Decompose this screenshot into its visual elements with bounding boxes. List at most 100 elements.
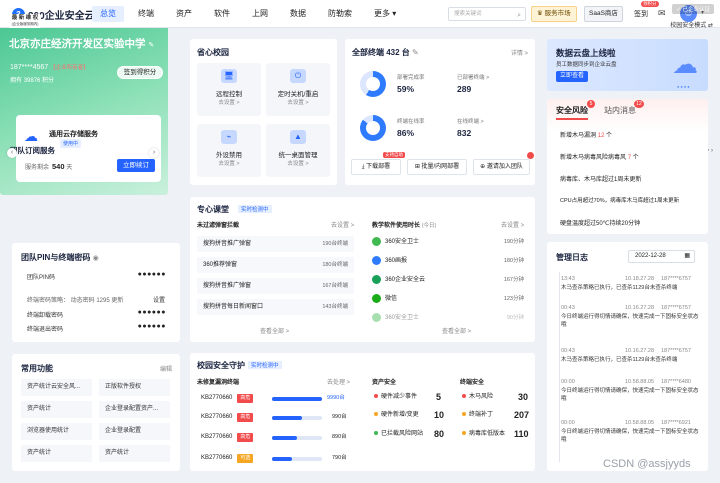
log-entry: 00:00 10.58.88.05 187****6480 今日终端运行得切情请确保…	[561, 379, 701, 403]
deployed-terminals-link[interactable]: 已部署终端 >	[457, 73, 489, 81]
log-ip: 10.18.27.28	[625, 276, 655, 282]
app-usage-row[interactable]: 360安全卫士 90分钟	[372, 310, 530, 326]
scheduled-shutdown-item[interactable]: ⏻ 定时关机/重启 去设置 >	[266, 63, 330, 116]
risk-item[interactable]: 硬盘温度超过50℃持续20分钟	[560, 218, 640, 227]
edit-icon[interactable]: ✎	[148, 42, 154, 49]
remote-control-setup-link[interactable]: 去设置 >	[197, 98, 261, 106]
security-risk-card: 安全风险 5 站内消息 12 新增木马漏洞 12 个 新增木马病毒风险病毒风 7…	[547, 99, 708, 234]
tab-site-messages[interactable]: 站内消息	[604, 105, 636, 116]
common-function-item[interactable]: 资产统计	[21, 445, 92, 462]
worry-free-campus-card: 省心校园 🖥 远程控制 去设置 > ⏻ 定时关机/重启 去设置 > ⌁ 外设禁用…	[190, 39, 337, 185]
vuln-row[interactable]: KB2770660 高危	[201, 392, 254, 405]
unpatched-title: 未修复漏洞终端	[197, 380, 240, 386]
signin-button[interactable]: 签到 领积分	[634, 1, 659, 19]
common-function-item[interactable]: 资产统计云安全风...	[21, 379, 92, 396]
popup-view-all-link[interactable]: 查看全部 >	[260, 326, 289, 335]
days-value: 540	[52, 162, 65, 171]
renew-button[interactable]: 立即续订	[117, 159, 155, 172]
asset-row[interactable]: 硬件新增/变更	[374, 409, 419, 422]
app-usage-settings-link[interactable]: 去设置 >	[501, 220, 524, 229]
crown-icon: ♛	[537, 10, 543, 17]
popup-row[interactable]: 搜狗拼音推广弹窗 190台终端	[197, 236, 354, 252]
risk-item[interactable]: 新增木马病毒风险病毒风 7 个	[560, 152, 639, 161]
pin-card-title-text: 团队PIN与终端密码	[21, 253, 91, 262]
common-function-item[interactable]: 资产统计	[99, 445, 170, 462]
status-dot	[462, 412, 466, 417]
service-market-button[interactable]: ♛ 服务市场	[531, 6, 577, 22]
self-service-badge: 支持自助	[383, 152, 405, 158]
common-function-item[interactable]: 浏览器使用统计	[21, 423, 92, 440]
unpatched-handle-link[interactable]: 去处理 >	[327, 377, 350, 386]
desktop-management-item[interactable]: ▲ 统一桌面管理 去设置 >	[266, 124, 330, 177]
promo-banner[interactable]: 数据云盘上线啦 员工数据同步到企业云盘 立即查看 ☁ ●●●●	[547, 39, 708, 91]
desktop-management-label: 统一桌面管理	[278, 152, 318, 159]
log-entry: 00:43 10.16.27.28 187****6757 木马查杀策略已执行，已查…	[561, 348, 701, 364]
invite-team-button[interactable]: ⊕ 邀请加入团队	[473, 159, 530, 175]
popup-row[interactable]: 搜狗拼音每日新闻窗口 143台终端	[197, 299, 354, 315]
common-function-item[interactable]: 企业登录配置	[99, 423, 170, 440]
nav-ransomware[interactable]: 防勒索	[320, 6, 360, 22]
password-policy-settings-link[interactable]: 设置	[153, 295, 165, 304]
app-usage-row[interactable]: 360画报 180分钟	[372, 253, 530, 269]
nav-overview[interactable]: 总览	[92, 6, 124, 22]
nav-terminal[interactable]: 终端	[130, 6, 162, 22]
terminal-risk-row[interactable]: 终端补丁	[462, 409, 493, 422]
carousel-next-icon[interactable]: ›	[149, 148, 159, 158]
search-icon[interactable]: ⌕	[517, 10, 521, 22]
popup-row[interactable]: 360推荐弹窗 180台终端	[197, 257, 354, 273]
terminals-detail-link[interactable]: 详情 >	[511, 48, 528, 57]
online-terminals-link[interactable]: 在线终端 >	[457, 117, 484, 125]
asset-row[interactable]: 已拦截风险网站	[374, 428, 423, 441]
banner-view-button[interactable]: 立即查看	[556, 71, 588, 82]
date-picker[interactable]: 2022-12-28 ▦	[628, 250, 695, 263]
popup-row[interactable]: 搜狗拼音推广弹窗 167台终端	[197, 278, 354, 294]
popup-settings-link[interactable]: 去设置 >	[331, 220, 354, 229]
risk-item[interactable]: CPU占用超过70%，病毒库木马库超过1周未更新	[560, 196, 679, 204]
device-disable-setup-link[interactable]: 去设置 >	[197, 159, 261, 167]
nav-assets[interactable]: 资产	[168, 6, 200, 22]
desktop-management-setup-link[interactable]: 去设置 >	[266, 159, 330, 167]
app-usage-row[interactable]: 360企业安全云 167分钟	[372, 272, 530, 288]
tab-security-risk[interactable]: 安全风险	[556, 105, 588, 116]
download-deploy-button[interactable]: ⤓ 下载部署	[351, 159, 401, 175]
campus-security-title: 校园安全守护	[197, 361, 245, 370]
edit-icon[interactable]: ✎	[412, 48, 419, 57]
common-function-item[interactable]: 企业登录配置资产...	[99, 401, 170, 418]
nav-more[interactable]: 更多 ▾	[366, 6, 404, 22]
vuln-count: 890台	[332, 434, 347, 440]
chevron-right-icon: ›	[711, 148, 713, 154]
app-usage-row[interactable]: 微信 123分钟	[372, 291, 530, 307]
nav-software[interactable]: 软件	[206, 6, 238, 22]
saas-store-button[interactable]: SaaS商店	[584, 6, 623, 22]
certified-badge: ✓ 已企业认证	[672, 4, 714, 14]
sign-for-points-button[interactable]: 签到得积分	[117, 66, 163, 79]
common-functions-edit[interactable]: 编辑	[160, 364, 172, 373]
terminal-risk-row[interactable]: 病毒库低版本	[462, 428, 505, 441]
batch-deploy-button[interactable]: ⊞ 批量/内网部署	[407, 159, 467, 175]
carousel-prev-icon[interactable]: ‹	[7, 148, 17, 158]
vuln-bar	[272, 457, 322, 461]
terminal-risk-row[interactable]: 木马风险	[462, 391, 493, 404]
online-rate-donut	[360, 115, 386, 141]
search-input[interactable]: 搜索关键词 ⌕	[448, 7, 526, 21]
vuln-row[interactable]: KB2770660 可选	[201, 452, 254, 465]
app-usage-row[interactable]: 360安全卫士 190分钟	[372, 234, 530, 250]
vuln-row[interactable]: KB2770660 高危	[201, 431, 254, 444]
common-function-item[interactable]: 正版软件授权	[99, 379, 170, 396]
eye-icon[interactable]: ◉	[93, 255, 99, 262]
device-disable-item[interactable]: ⌁ 外设禁用 去设置 >	[197, 124, 261, 177]
vuln-row[interactable]: KB2770660 高危	[201, 411, 254, 424]
mail-icon[interactable]: ✉	[658, 8, 666, 19]
remote-control-item[interactable]: 🖥 远程控制 去设置 >	[197, 63, 261, 116]
app-view-all-link[interactable]: 查看全部 >	[438, 326, 476, 335]
carousel-dots[interactable]: ●●●●	[677, 84, 691, 89]
asset-row[interactable]: 硬件减少事件	[374, 391, 417, 404]
nav-data[interactable]: 数据	[282, 6, 314, 22]
scheduled-shutdown-setup-link[interactable]: 去设置 >	[266, 98, 330, 106]
nav-internet[interactable]: 上网	[244, 6, 276, 22]
campus-mode-toggle[interactable]: 校园安全模式 ⇄	[670, 20, 713, 29]
risk-item[interactable]: 病毒库、木马库超过1周未更新	[560, 174, 641, 183]
common-function-item[interactable]: 资产统计	[21, 401, 92, 418]
asset-name: 硬件减少事件	[381, 394, 418, 400]
risk-item[interactable]: 新增木马漏洞 12 个	[560, 130, 612, 139]
